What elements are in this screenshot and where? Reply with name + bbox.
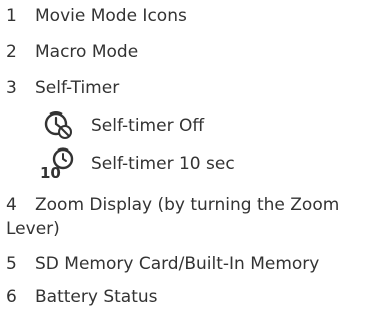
item-text: Macro Mode bbox=[35, 42, 139, 62]
item-text: Battery Status bbox=[35, 287, 158, 307]
item-text: Self-Timer bbox=[35, 78, 120, 98]
item-number: 5 bbox=[6, 254, 17, 274]
self-timer-10-text: 10 bbox=[40, 164, 61, 180]
item-number: 4 bbox=[6, 195, 17, 215]
self-timer-off-icon bbox=[44, 111, 72, 139]
self-timer-10-sec-label: Self-timer 10 sec bbox=[91, 154, 235, 174]
item-text: SD Memory Card/Built-In Memory bbox=[35, 254, 320, 274]
item-number: 6 bbox=[6, 287, 17, 307]
self-timer-off-label: Self-timer Off bbox=[91, 116, 205, 136]
item-text-continuation: Lever) bbox=[6, 219, 60, 239]
item-text: Movie Mode Icons bbox=[35, 6, 187, 26]
item-text: Zoom Display (by turning the Zoom bbox=[35, 195, 340, 215]
self-timer-10-sec-icon: 10 bbox=[40, 147, 74, 180]
item-number: 2 bbox=[6, 42, 17, 62]
item-number: 3 bbox=[6, 78, 17, 98]
item-number: 1 bbox=[6, 6, 17, 26]
